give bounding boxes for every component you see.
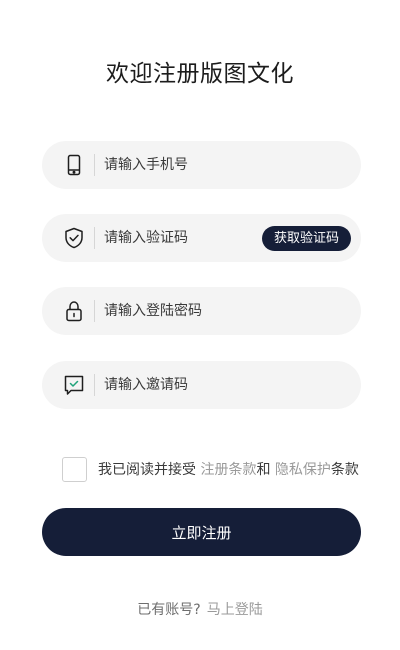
code-field[interactable]: 获取验证码 bbox=[42, 214, 361, 262]
invite-field[interactable] bbox=[42, 361, 361, 409]
page-title: 欢迎注册版图文化 bbox=[106, 61, 294, 87]
field-divider bbox=[94, 154, 95, 176]
password-input[interactable] bbox=[104, 287, 264, 335]
field-divider bbox=[94, 374, 95, 396]
login-prompt: 已有账号? bbox=[137, 602, 201, 618]
terms-link[interactable]: 注册条款 bbox=[200, 462, 256, 478]
phone-field[interactable] bbox=[42, 141, 361, 189]
field-divider bbox=[94, 300, 95, 322]
login-link[interactable]: 马上登陆 bbox=[207, 602, 263, 618]
message-check-icon bbox=[62, 373, 86, 397]
footer-login: 已有账号? 马上登陆 bbox=[0, 599, 400, 619]
code-input[interactable] bbox=[104, 214, 264, 262]
privacy-link[interactable]: 隐私保护 bbox=[275, 462, 331, 478]
agreement-row: 我已阅读并接受 注册条款和 隐私保护条款 bbox=[62, 457, 362, 482]
shield-check-icon bbox=[62, 226, 86, 250]
agreement-prefix: 我已阅读并接受 bbox=[98, 462, 196, 478]
agreement-suffix: 条款 bbox=[330, 462, 359, 478]
invite-input[interactable] bbox=[104, 361, 264, 409]
agreement-and: 和 bbox=[256, 462, 271, 478]
agree-checkbox[interactable] bbox=[62, 457, 87, 482]
register-button[interactable]: 立即注册 bbox=[42, 508, 361, 556]
get-code-button[interactable]: 获取验证码 bbox=[261, 226, 351, 251]
agreement-text: 我已阅读并接受 注册条款和 隐私保护条款 bbox=[98, 459, 359, 479]
phone-icon bbox=[62, 153, 86, 177]
lock-icon bbox=[62, 299, 86, 323]
password-field[interactable] bbox=[42, 287, 361, 335]
phone-input[interactable] bbox=[104, 141, 264, 189]
field-divider bbox=[94, 227, 95, 249]
